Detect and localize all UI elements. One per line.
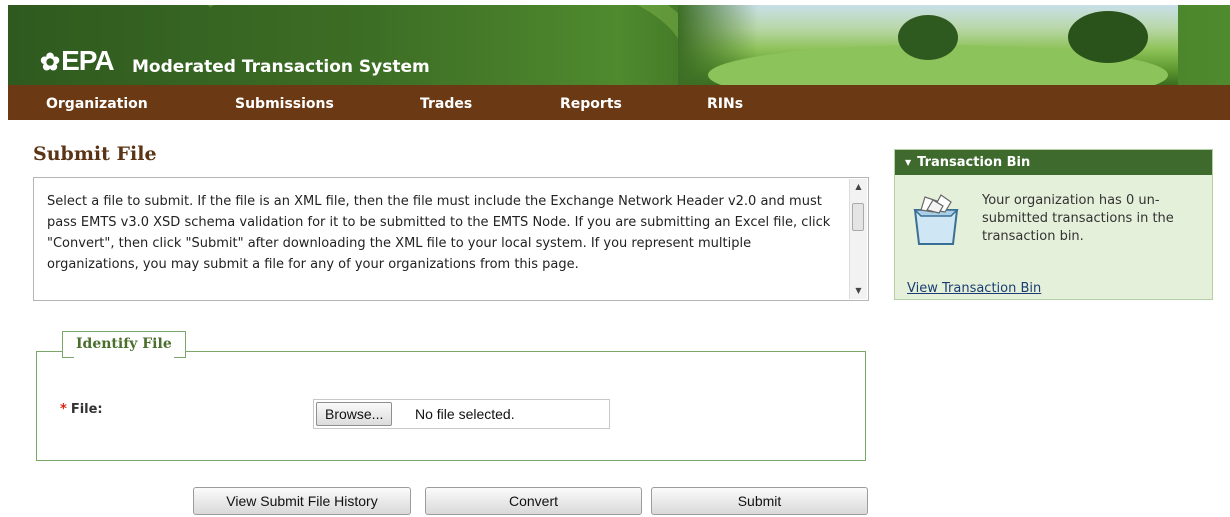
banner-tree (898, 15, 958, 60)
browse-button[interactable]: Browse... (316, 402, 393, 426)
nav-item-reports[interactable]: Reports (560, 96, 622, 112)
file-box-icon (913, 194, 959, 245)
file-status: No file selected. (415, 406, 515, 422)
epa-logo-text: EPA (61, 45, 114, 76)
page-title: Submit File (33, 143, 157, 165)
epa-flower-icon: ✿ (40, 49, 60, 76)
epa-logo[interactable]: ✿EPA (40, 45, 115, 77)
instructions-scrollbar[interactable]: ▲ ▼ (849, 179, 867, 299)
view-submit-file-history-button[interactable]: View Submit File History (193, 487, 411, 515)
transaction-bin-header[interactable]: ▼ Transaction Bin (895, 150, 1212, 175)
scroll-down-icon[interactable]: ▼ (850, 283, 867, 299)
collapse-triangle-icon: ▼ (905, 158, 912, 167)
scroll-up-icon[interactable]: ▲ (850, 179, 867, 195)
file-label: * File: (60, 402, 103, 417)
instructions-text: Select a file to submit. If the file is … (47, 194, 831, 272)
identify-file-legend-text: Identify File (74, 332, 174, 359)
nav-item-trades[interactable]: Trades (420, 96, 472, 112)
instructions-box: Select a file to submit. If the file is … (33, 177, 869, 301)
transaction-bin-panel: ▼ Transaction Bin Your organization has 0… (894, 149, 1213, 300)
file-input[interactable]: Browse... No file selected. (313, 399, 610, 429)
transaction-bin-title: Transaction Bin (917, 155, 1031, 170)
main-nav: Organization Submissions Trades Reports … (8, 85, 1230, 120)
banner-tree (1068, 11, 1148, 63)
view-transaction-bin-link[interactable]: View Transaction Bin (907, 281, 1041, 296)
header-banner: ✿EPA Moderated Transaction System (8, 5, 1230, 85)
file-label-text: File: (70, 402, 103, 417)
convert-button[interactable]: Convert (425, 487, 642, 515)
nav-item-rins[interactable]: RINs (707, 96, 743, 112)
transaction-bin-message: Your organization has 0 un-submitted tra… (982, 193, 1174, 244)
nav-item-submissions[interactable]: Submissions (235, 96, 334, 112)
app-title: Moderated Transaction System (132, 57, 430, 77)
scroll-thumb[interactable] (852, 203, 864, 231)
identify-file-legend: Identify File (62, 331, 186, 359)
required-marker: * (60, 402, 67, 417)
submit-button[interactable]: Submit (651, 487, 868, 515)
nav-item-organization[interactable]: Organization (46, 96, 148, 112)
